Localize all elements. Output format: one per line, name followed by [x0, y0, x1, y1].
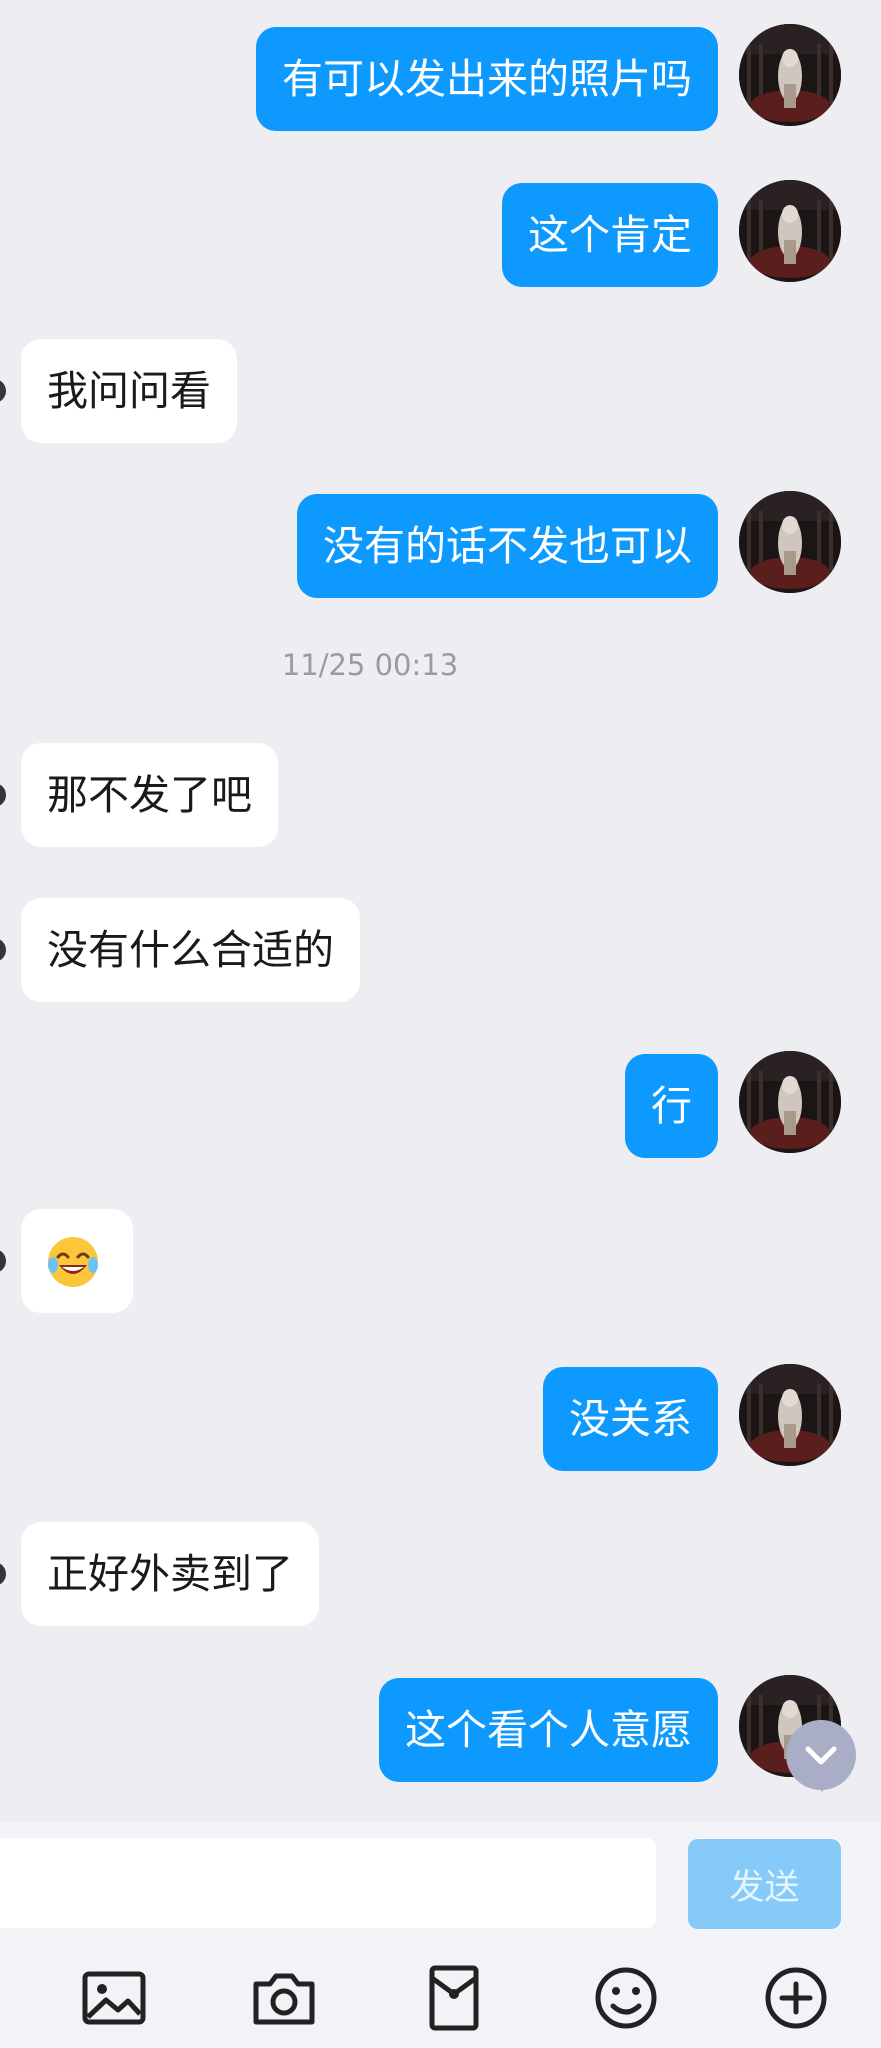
sender-avatar-edge[interactable] [0, 379, 6, 403]
message-row-incoming [0, 1209, 881, 1313]
avatar-image [739, 24, 841, 126]
sender-avatar-edge[interactable] [0, 1562, 6, 1586]
message-input[interactable] [0, 1838, 656, 1928]
avatar[interactable] [739, 24, 841, 126]
add-button[interactable] [760, 1962, 832, 2034]
message-text: 没有什么合适的 [47, 926, 334, 974]
message-row-outgoing: 这个肯定 [0, 180, 881, 287]
message-row-incoming: 那不发了吧 [0, 743, 881, 847]
message-text: 这个肯定 [528, 211, 692, 259]
add-icon [765, 1967, 827, 2029]
avatar[interactable] [739, 1051, 841, 1153]
message-text: 这个看个人意愿 [405, 1706, 692, 1754]
message-text: 我问问看 [47, 367, 211, 415]
message-text: 没有的话不发也可以 [323, 522, 692, 570]
camera-button[interactable] [248, 1962, 320, 2034]
incoming-message-bubble[interactable]: 那不发了吧 [21, 743, 278, 847]
outgoing-message-bubble[interactable]: 有可以发出来的照片吗 [256, 27, 718, 131]
avatar-image [739, 180, 841, 282]
outgoing-message-bubble[interactable]: 没有的话不发也可以 [297, 494, 718, 598]
chat-message-list[interactable]: 有可以发出来的照片吗这个肯定我问问看没有的话不发也可以 11/25 00:13 那不… [0, 0, 881, 1822]
chevron-down-icon [805, 1746, 837, 1765]
incoming-message-bubble[interactable]: 没有什么合适的 [21, 898, 360, 1002]
outgoing-message-bubble[interactable]: 没关系 [543, 1367, 718, 1471]
emoji-button[interactable] [590, 1962, 662, 2034]
red-packet-button[interactable] [418, 1962, 490, 2034]
avatar-image [739, 1051, 841, 1153]
incoming-message-bubble[interactable]: 正好外卖到了 [21, 1522, 319, 1626]
avatar[interactable] [739, 180, 841, 282]
timestamp-row: 11/25 00:13 [0, 648, 881, 752]
scroll-to-bottom-button[interactable] [786, 1720, 856, 1792]
camera-icon [253, 1973, 315, 2025]
message-text: 有可以发出来的照片吗 [282, 55, 692, 103]
image-button[interactable] [78, 1962, 150, 2034]
message-row-outgoing: 没有的话不发也可以 [0, 491, 881, 598]
sender-avatar-edge[interactable] [0, 938, 6, 962]
message-row-incoming: 正好外卖到了 [0, 1522, 881, 1626]
message-row-outgoing: 有可以发出来的照片吗 [0, 24, 881, 131]
sender-avatar-edge[interactable] [0, 783, 6, 807]
message-row-incoming: 没有什么合适的 [0, 898, 881, 1002]
message-row-incoming: 我问问看 [0, 339, 881, 443]
message-row-outgoing: 行 [0, 1051, 881, 1158]
message-row-outgoing: 这个看个人意愿 [0, 1675, 881, 1782]
red-packet-icon [429, 1965, 479, 2031]
avatar[interactable] [739, 491, 841, 593]
avatar[interactable] [739, 1364, 841, 1466]
outgoing-message-bubble[interactable]: 行 [625, 1054, 718, 1158]
avatar-image [739, 491, 841, 593]
outgoing-message-bubble[interactable]: 这个看个人意愿 [379, 1678, 718, 1782]
tears-of-joy-emoji [48, 1237, 98, 1287]
incoming-message-bubble[interactable] [21, 1209, 133, 1313]
image-icon [82, 1971, 146, 2025]
message-text: 那不发了吧 [47, 771, 252, 819]
timestamp: 11/25 00:13 [281, 648, 459, 682]
message-text: 没关系 [569, 1395, 692, 1443]
message-row-outgoing: 没关系 [0, 1364, 881, 1471]
message-text: 正好外卖到了 [47, 1550, 293, 1598]
outgoing-message-bubble[interactable]: 这个肯定 [502, 183, 718, 287]
message-text: 行 [651, 1082, 692, 1130]
emoji-icon [595, 1967, 657, 2029]
sender-avatar-edge[interactable] [0, 1249, 6, 1273]
composer-bar: 发送 [0, 1822, 881, 2048]
avatar-image [739, 1364, 841, 1466]
send-button[interactable]: 发送 [688, 1839, 841, 1929]
incoming-message-bubble[interactable]: 我问问看 [21, 339, 237, 443]
